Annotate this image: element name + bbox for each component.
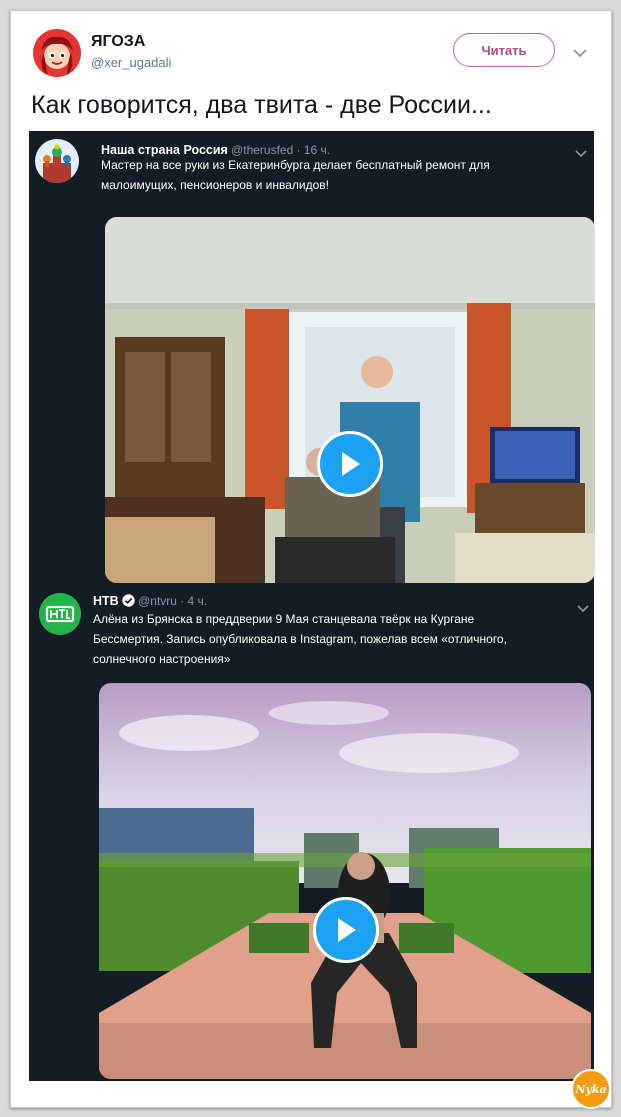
author-avatar[interactable] [33,29,81,77]
embedded-tweet-2-handle[interactable]: @ntvru [138,594,177,608]
play-icon[interactable] [317,431,383,497]
chevron-down-icon[interactable] [573,45,587,63]
play-icon[interactable] [313,897,379,963]
embedded-tweet-1-line: малоимущих, пенсионеров и инвалидов! [101,178,329,192]
embedded-tweet-1-text: Мастер на все руки из Екатеринбурга дела… [101,155,490,195]
ntv-avatar[interactable] [39,593,81,635]
park-scene-illustration [99,683,591,1079]
author-name[interactable]: ЯГОЗА [91,33,145,51]
embedded-tweet-1-line: Мастер на все руки из Екатеринбурга дела… [101,158,490,172]
follow-button[interactable]: Читать [453,33,555,67]
video-thumbnail-2[interactable] [99,683,591,1079]
chevron-down-icon[interactable] [577,600,589,618]
embedded-tweet-2-time: · 4 ч. [180,594,208,608]
video-thumbnail-1[interactable] [105,217,595,583]
embedded-tweet-2-header: НТВ @ntvru · 4 ч. [93,594,207,610]
watermark-logo: Nyka [571,1069,611,1109]
tweet-card: ЯГОЗА @xer_ugadali Читать Как говорится,… [10,10,612,1109]
chevron-down-icon[interactable] [575,145,587,163]
embedded-tweet-2-text: Алёна из Брянска в преддверии 9 Мая стан… [93,609,507,669]
embedded-tweet-2-line: Алёна из Брянска в преддверии 9 Мая стан… [93,612,475,626]
room-scene-illustration [105,217,595,583]
watermark-text: Nyka [575,1082,607,1096]
embedded-tweet-2-line: солнечного настроения» [93,652,231,666]
embedded-tweet-2-name[interactable]: НТВ [93,594,119,608]
therusfed-avatar[interactable] [35,139,79,183]
embedded-tweet-2-line: Бессмертия. Запись опубликовала в Instag… [93,632,507,646]
verified-badge-icon [122,594,135,610]
author-handle[interactable]: @xer_ugadali [91,55,171,70]
embedded-tweets-image: Наша страна Россия @therusfed · 16 ч. Ма… [29,131,595,1081]
tweet-text: Как говорится, два твита - две России... [31,91,492,119]
